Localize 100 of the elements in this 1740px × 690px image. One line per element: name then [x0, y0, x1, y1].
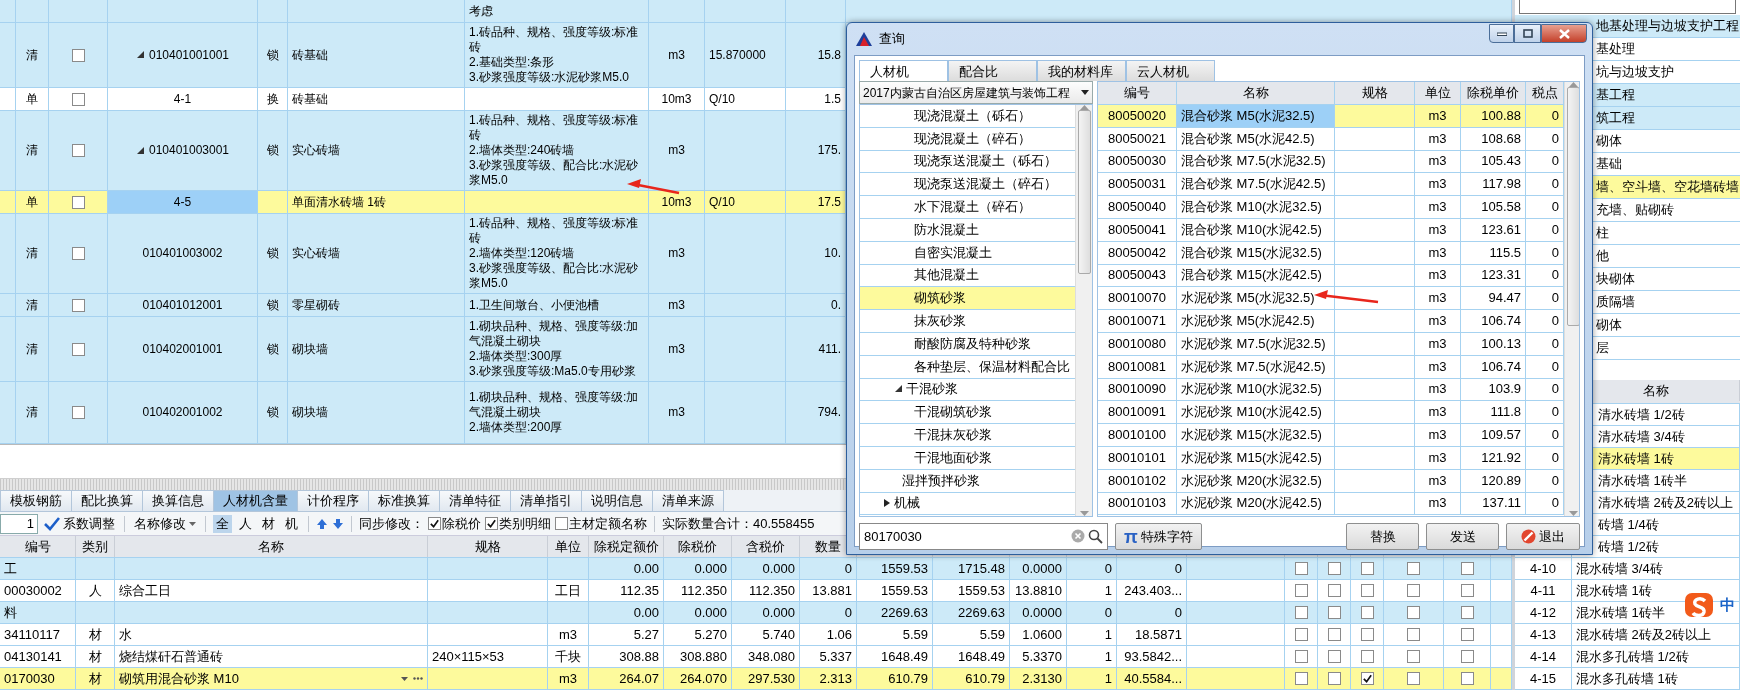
- checkbox[interactable]: [485, 517, 498, 530]
- table-row[interactable]: 80010100 水泥砂浆 M15(水泥32.5) m3 109.57 0: [1098, 424, 1564, 447]
- checkbox[interactable]: [1294, 584, 1308, 597]
- tree-item[interactable]: 现浇混凝土（碎石）: [860, 127, 1075, 151]
- checkbox[interactable]: [71, 247, 85, 260]
- table-row[interactable]: 80010070 水泥砂浆 M5(水泥32.5) m3 94.47 0: [1098, 287, 1564, 311]
- checkbox[interactable]: [1294, 562, 1308, 575]
- checkbox[interactable]: [1407, 584, 1420, 597]
- table-row[interactable]: 80050043 混合砂浆 M15(水泥42.5) m3 123.31 0: [1098, 264, 1564, 288]
- checkbox[interactable]: [1460, 628, 1474, 641]
- checkbox[interactable]: [71, 144, 85, 157]
- tab[interactable]: 我的材料库: [1037, 60, 1126, 81]
- table-row[interactable]: 80050042 混合砂浆 M15(水泥32.5) m3 115.5 0: [1098, 241, 1564, 265]
- checkbox[interactable]: [1360, 672, 1374, 685]
- tree-item[interactable]: 防水混凝土: [860, 219, 1075, 242]
- minimize-button[interactable]: [1489, 24, 1514, 43]
- tab[interactable]: 换算信息: [142, 490, 214, 511]
- tab[interactable]: 清单特征: [439, 490, 511, 511]
- checkbox[interactable]: [1460, 650, 1474, 663]
- tree-item[interactable]: 干混砂浆: [860, 378, 1075, 402]
- table-row[interactable]: 80010081 水泥砂浆 M7.5(水泥42.5) m3 106.74 0: [1098, 355, 1564, 379]
- exit-button[interactable]: 退出: [1506, 523, 1580, 550]
- send-button[interactable]: 发送: [1426, 523, 1499, 550]
- checkbox[interactable]: [1294, 650, 1308, 663]
- table-row[interactable]: 4-10 混水砖墙 3/4砖: [1515, 558, 1740, 580]
- checkbox[interactable]: [1407, 606, 1420, 619]
- replace-button[interactable]: 替换: [1346, 523, 1419, 550]
- tree-item[interactable]: 抹灰砂浆: [860, 310, 1075, 333]
- table-row[interactable]: 4-13 混水砖墙 2砖及2砖以上: [1515, 624, 1740, 646]
- scroll-down-icon[interactable]: [1568, 511, 1578, 516]
- coefficient-field[interactable]: 1: [0, 513, 38, 534]
- checkbox[interactable]: [71, 92, 85, 106]
- tree-item[interactable]: 砌筑砂浆: [860, 287, 1075, 311]
- checkbox[interactable]: [1360, 562, 1374, 575]
- move-up-icon[interactable]: [316, 517, 328, 530]
- collapse-arrow-icon[interactable]: [894, 384, 903, 395]
- tree-item[interactable]: 干混砌筑砂浆: [860, 401, 1075, 425]
- table-row[interactable]: 0170030 材 砌筑用混合砂浆 M10 m3 264.07 264.070 297.530 2.313 610.79 610.79 2.3130 1 40.5584...: [0, 668, 1512, 690]
- tree-item[interactable]: 湿拌预拌砂浆: [860, 469, 1075, 493]
- table-row[interactable]: 80050021 混合砂浆 M5(水泥42.5) m3 108.68 0: [1098, 127, 1564, 151]
- tab[interactable]: 云人材机: [1126, 60, 1215, 81]
- checkbox[interactable]: [1407, 650, 1420, 663]
- tree-item[interactable]: 现浇泵送混凝土（砾石）: [860, 150, 1075, 174]
- collapse-arrow-icon[interactable]: [135, 50, 145, 60]
- checkbox[interactable]: [1294, 628, 1308, 641]
- tab[interactable]: 人材机: [859, 60, 948, 81]
- tree-item[interactable]: 干混地面砂浆: [860, 446, 1075, 470]
- tab[interactable]: 清单指引: [510, 490, 582, 511]
- table-row[interactable]: 80010091 水泥砂浆 M10(水泥42.5) m3 111.8 0: [1098, 401, 1564, 425]
- move-down-icon[interactable]: [332, 517, 344, 530]
- maximize-button[interactable]: [1514, 24, 1541, 43]
- checkbox[interactable]: [71, 298, 85, 312]
- checkbox[interactable]: [71, 342, 85, 356]
- more-icon[interactable]: [413, 676, 423, 680]
- search-icon[interactable]: [1088, 529, 1103, 544]
- close-button[interactable]: [1541, 24, 1587, 43]
- checkbox[interactable]: [1460, 584, 1474, 597]
- table-row[interactable]: 04130141 材 烧结煤矸石普通砖 240×115×53 千块 308.88 308.880 348.080 5.337 1648.49 1648.49 5.3370 1 93.5842...: [0, 646, 1512, 668]
- tree-item[interactable]: 耐酸防腐及特种砂浆: [860, 332, 1075, 356]
- table-row[interactable]: 80050031 混合砂浆 M7.5(水泥42.5) m3 117.98 0: [1098, 173, 1564, 197]
- table-row[interactable]: 80010103 水泥砂浆 M20(水泥42.5) m3 137.11 0: [1098, 492, 1564, 516]
- checkbox[interactable]: [1294, 672, 1308, 685]
- library-dropdown[interactable]: 2017内蒙古自治区房屋建筑与装饰工程: [859, 81, 1093, 104]
- table-row[interactable]: 80010071 水泥砂浆 M5(水泥42.5) m3 106.74 0: [1098, 310, 1564, 333]
- checkbox[interactable]: [555, 517, 568, 530]
- tree-item[interactable]: 现浇泵送混凝土（碎石）: [860, 173, 1075, 197]
- special-characters-button[interactable]: π 特殊字符: [1115, 523, 1202, 550]
- coefficient-button[interactable]: 系数调整: [42, 515, 117, 532]
- tab[interactable]: 配比换算: [71, 490, 143, 511]
- checkbox[interactable]: [1327, 562, 1341, 575]
- collapse-arrow-icon[interactable]: [135, 145, 145, 156]
- checkbox[interactable]: [71, 195, 85, 209]
- table-row[interactable]: 80010101 水泥砂浆 M15(水泥42.5) m3 121.92 0: [1098, 446, 1564, 470]
- table-row[interactable]: 4-14 混水多孔砖墙 1/2砖: [1515, 646, 1740, 668]
- checkbox[interactable]: [1360, 584, 1374, 597]
- checkbox[interactable]: [1360, 606, 1374, 619]
- checkbox[interactable]: [1327, 672, 1341, 685]
- checkbox[interactable]: [1327, 584, 1341, 597]
- checkbox[interactable]: [1460, 606, 1474, 619]
- expand-arrow-icon[interactable]: [882, 498, 891, 509]
- checkbox[interactable]: [71, 406, 85, 419]
- table-row[interactable]: 工 0.00 0.000 0.000 0 1559.53 1715.48 0.0000 0 0: [0, 558, 1512, 580]
- caret-icon[interactable]: [401, 676, 408, 681]
- scrollbar[interactable]: [1564, 82, 1579, 516]
- checkbox[interactable]: [1360, 628, 1374, 641]
- checkbox[interactable]: [1360, 650, 1374, 663]
- search-field[interactable]: 80170030: [859, 523, 1108, 550]
- tree-item[interactable]: 自密实混凝土: [860, 241, 1075, 265]
- tree-item[interactable]: 干混抹灰砂浆: [860, 424, 1075, 447]
- rename-dropdown[interactable]: 名称修改: [132, 515, 198, 532]
- checkbox[interactable]: [1294, 606, 1308, 619]
- table-row[interactable]: 料 0.00 0.000 0.000 0 2269.63 2269.63 0.0000 0 0: [0, 602, 1512, 624]
- tab[interactable]: 标准换算: [368, 490, 440, 511]
- checkbox[interactable]: [428, 517, 441, 530]
- table-row[interactable]: 80050020 混合砂浆 M5(水泥32.5) m3 100.88 0: [1098, 105, 1564, 128]
- scrollbar[interactable]: [1075, 105, 1092, 516]
- checkbox[interactable]: [1327, 606, 1341, 619]
- tree-item[interactable]: 机械: [860, 492, 1075, 516]
- table-row[interactable]: 考虑: [0, 0, 1512, 23]
- tab[interactable]: 说明信息: [581, 490, 653, 511]
